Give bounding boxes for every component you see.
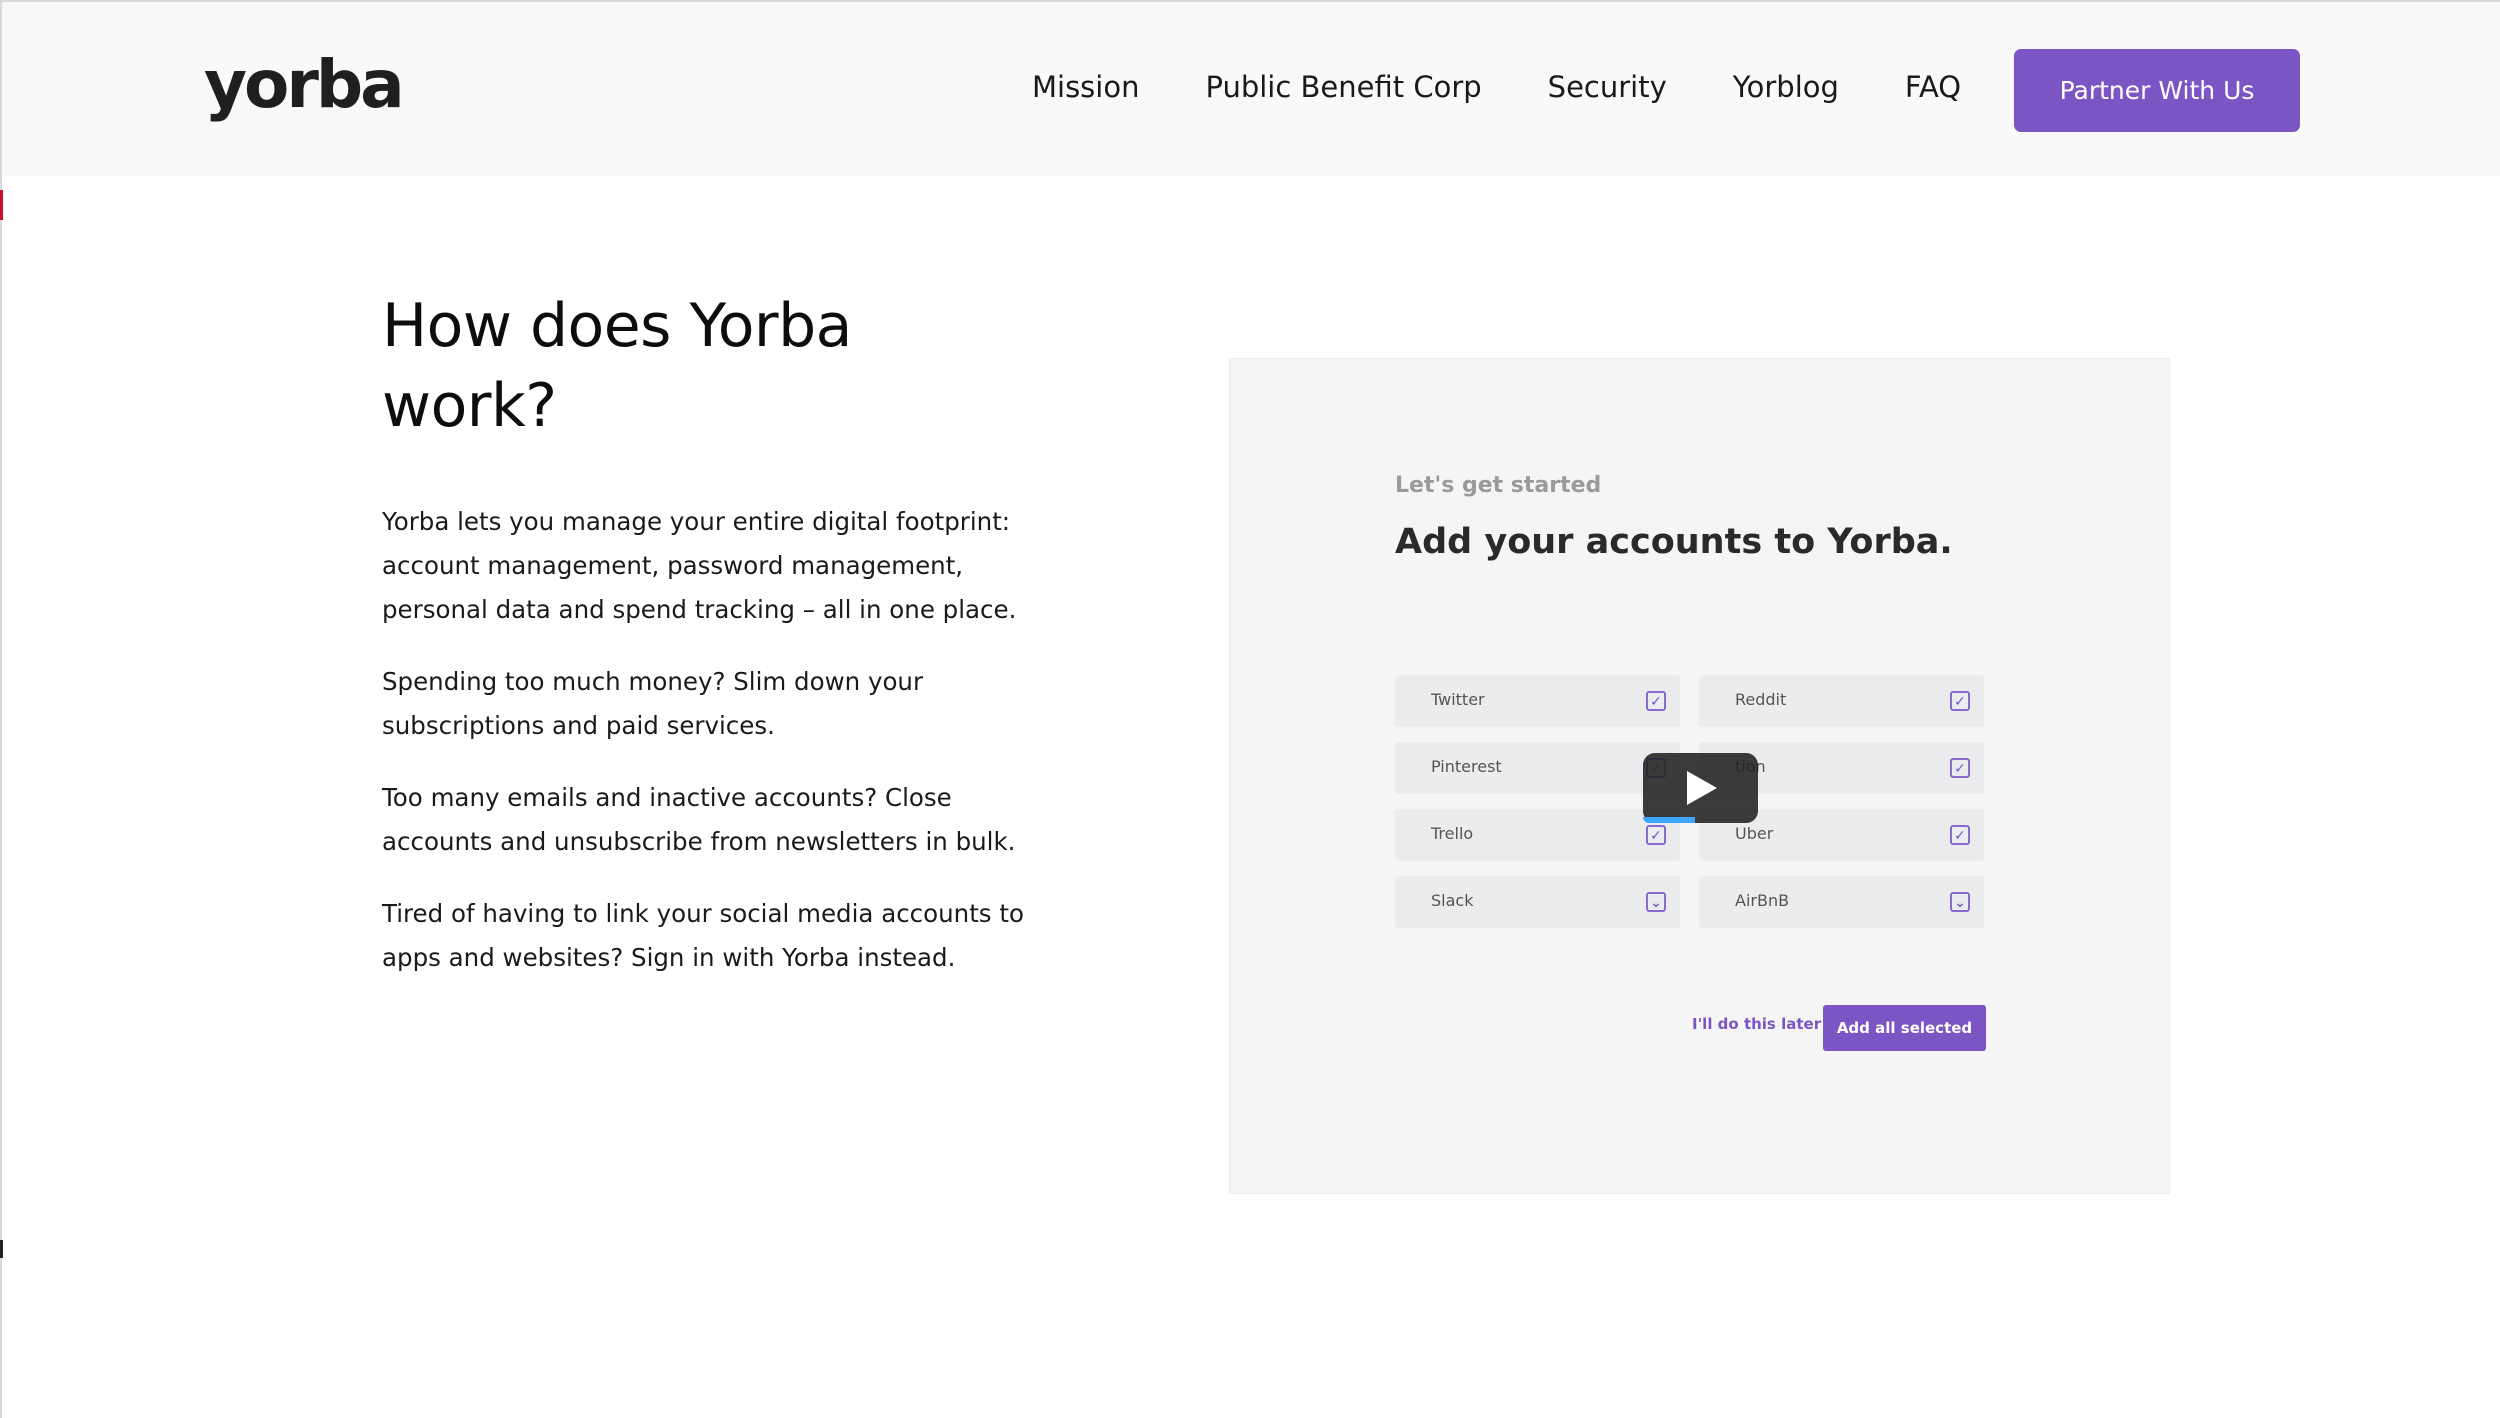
account-tile-airbnb: AirBnB ⌄ xyxy=(1699,876,1984,928)
account-tile-twitter: Twitter ✓ xyxy=(1395,675,1680,727)
edge-marker xyxy=(0,190,3,220)
text-line: Too many emails and inactive accounts? C… xyxy=(382,783,952,812)
nav-link-yorblog[interactable]: Yorblog xyxy=(1733,70,1839,104)
account-tile-trello: Trello ✓ xyxy=(1395,809,1680,861)
text-line: personal data and spend tracking – all i… xyxy=(382,595,1017,624)
video-kicker: Let's get started xyxy=(1395,473,1602,498)
account-tile-reddit: Reddit ✓ xyxy=(1699,675,1984,727)
text-line: account management, password management, xyxy=(382,551,964,580)
account-tile-slack: Slack ⌄ xyxy=(1395,876,1680,928)
description: Yorba lets you manage your entire digita… xyxy=(382,500,1042,1008)
text-line: apps and websites? Sign in with Yorba in… xyxy=(382,943,956,972)
video-title: Add your accounts to Yorba. xyxy=(1395,522,1953,562)
text-line: Tired of having to link your social medi… xyxy=(382,899,1024,928)
checkbox-icon: ✓ xyxy=(1950,758,1970,778)
later-link: I'll do this later xyxy=(1692,1015,1822,1033)
text-line: accounts and unsubscribe from newsletter… xyxy=(382,827,1016,856)
checkbox-icon: ✓ xyxy=(1646,825,1666,845)
account-label: Slack xyxy=(1431,891,1474,910)
checkbox-icon: ✓ xyxy=(1950,691,1970,711)
video-player[interactable]: Let's get started Add your accounts to Y… xyxy=(1229,358,2170,1194)
text-line: Spending too much money? Slim down your xyxy=(382,667,924,696)
title-line: How does Yorba xyxy=(382,291,852,361)
site-header: yorba Mission Public Benefit Corp Securi… xyxy=(2,2,2500,176)
nav-link-public-benefit-corp[interactable]: Public Benefit Corp xyxy=(1205,70,1481,104)
paragraph-spending: Spending too much money? Slim down your … xyxy=(382,660,1042,748)
play-icon xyxy=(1686,771,1717,805)
account-label: Twitter xyxy=(1431,690,1485,709)
paragraph-emails: Too many emails and inactive accounts? C… xyxy=(382,776,1042,864)
checkbox-icon: ✓ xyxy=(1950,825,1970,845)
add-all-selected-button: Add all selected xyxy=(1823,1005,1986,1051)
main-nav: Mission Public Benefit Corp Security Yor… xyxy=(1032,70,1961,104)
nav-link-security[interactable]: Security xyxy=(1548,70,1667,104)
video-progress-bar xyxy=(1643,817,1695,823)
edge-marker xyxy=(0,1240,3,1258)
title-line: work? xyxy=(382,371,557,441)
text-line: Yorba lets you manage your entire digita… xyxy=(382,507,1011,536)
checkbox-icon: ⌄ xyxy=(1950,892,1970,912)
page-title: How does Yorba work? xyxy=(382,286,1082,446)
nav-link-faq[interactable]: FAQ xyxy=(1905,70,1961,104)
account-label: Trello xyxy=(1431,824,1474,843)
checkbox-icon: ⌄ xyxy=(1646,892,1666,912)
partner-with-us-button[interactable]: Partner With Us xyxy=(2014,49,2300,132)
checkbox-icon: ✓ xyxy=(1646,691,1666,711)
account-label: AirBnB xyxy=(1735,891,1790,910)
paragraph-sign-in: Tired of having to link your social medi… xyxy=(382,892,1042,980)
paragraph-overview: Yorba lets you manage your entire digita… xyxy=(382,500,1042,632)
account-label: Pinterest xyxy=(1431,757,1502,776)
logo[interactable]: yorba xyxy=(204,46,405,123)
nav-link-mission[interactable]: Mission xyxy=(1032,70,1139,104)
account-label: Uber xyxy=(1735,824,1774,843)
play-button[interactable] xyxy=(1643,753,1758,823)
text-line: subscriptions and paid services. xyxy=(382,711,775,740)
account-tile-pinterest: Pinterest ✓ xyxy=(1395,742,1680,794)
account-label: Reddit xyxy=(1735,690,1787,709)
